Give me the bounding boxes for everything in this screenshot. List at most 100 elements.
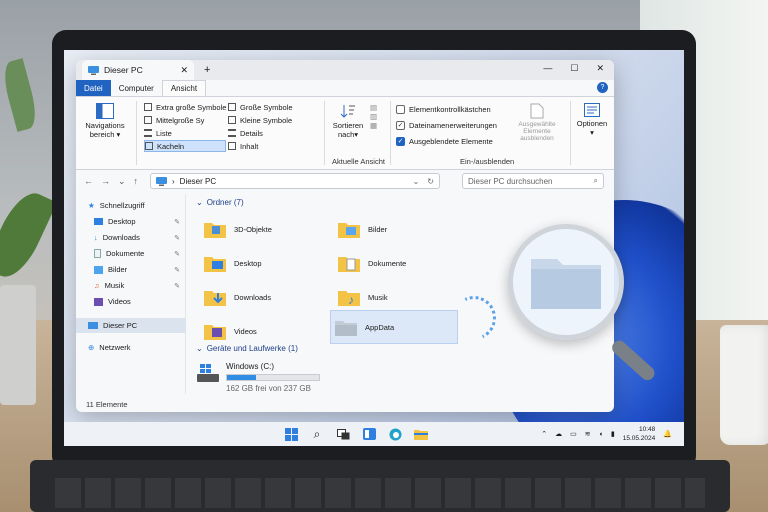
search-box[interactable]: Dieser PC durchsuchen ⌕ (462, 173, 604, 189)
forward-arrow-icon[interactable]: → (101, 176, 110, 186)
navigation-pane-label-1: Navigations (85, 121, 125, 130)
medium-icons-icon (144, 116, 152, 124)
folders-header-label: Ordner (7) (206, 198, 244, 207)
hidden-items-toggle[interactable]: ✓ Ausgeblendete Elemente (396, 135, 493, 147)
windows-start-icon[interactable] (284, 427, 298, 441)
widgets-icon[interactable] (362, 427, 376, 441)
download-icon: ↓ (94, 233, 98, 242)
hide-selected-label-1: Ausgewählte (518, 121, 556, 128)
layout-small-icons[interactable]: Kleine Symbole (228, 114, 292, 126)
sidebar-item-music[interactable]: ♫ Musik ✎ (76, 278, 186, 293)
address-bar[interactable]: › Dieser PC ⌄ ↻ (150, 173, 440, 189)
sidebar-item-documents[interactable]: Dokumente ✎ (76, 246, 186, 261)
layout-extra-large-icons[interactable]: Extra große Symbole (144, 101, 226, 113)
notification-bell-icon[interactable]: 🔔 (663, 430, 672, 438)
layout-details-label: Details (240, 128, 263, 138)
file-explorer-icon[interactable] (414, 427, 428, 441)
keyboard-keys (55, 478, 705, 508)
folder-downloads[interactable]: Downloads (200, 282, 328, 312)
folder-label: Videos (234, 326, 257, 336)
wifi-icon[interactable]: ≋ (585, 430, 591, 438)
folders-section-header[interactable]: ⌄ Ordner (7) (196, 198, 244, 207)
help-icon[interactable]: ? (597, 82, 608, 93)
battery-icon[interactable]: ▭ (570, 430, 577, 438)
sidebar-label: Bilder (108, 265, 128, 274)
folder-desktop[interactable]: Desktop (200, 248, 328, 278)
layout-large-icons[interactable]: Große Symbole (228, 101, 293, 113)
drives-section-header[interactable]: ⌄ Geräte und Laufwerke (1) (196, 344, 298, 353)
sidebar-label: Downloads (102, 233, 140, 242)
tab-file[interactable]: Datei (76, 80, 111, 96)
folder-label: Bilder (368, 224, 388, 234)
sidebar-item-pictures[interactable]: Bilder ✎ (76, 262, 186, 277)
pin-icon[interactable]: ✎ (174, 234, 180, 242)
taskbar: ⌕ ⌃ ☁ ▭ ≋ ◖ ▮ 10:48 15.05.2024 🔔 (64, 422, 684, 446)
folder-documents-icon (338, 257, 360, 272)
drive-windows-c[interactable]: Windows (C:) 162 GB frei von 237 GB (196, 362, 320, 393)
sidebar-item-downloads[interactable]: ↓ Downloads ✎ (76, 230, 186, 245)
sidebar-item-desktop[interactable]: Desktop ✎ (76, 214, 186, 229)
tab-computer[interactable]: Computer (111, 80, 162, 96)
folder-pictures[interactable]: Bilder (334, 214, 462, 244)
item-checkboxes-toggle[interactable]: Elementkontrollkästchen (396, 103, 491, 115)
layout-content[interactable]: Inhalt (228, 140, 258, 152)
small-icons-icon (228, 116, 236, 124)
folder-label: Dokumente (368, 258, 407, 268)
explorer-tab[interactable]: Dieser PC ✕ (82, 60, 194, 80)
edge-browser-icon[interactable] (388, 427, 402, 441)
sidebar-item-network[interactable]: ⊕ Netzwerk (76, 340, 186, 355)
extra-large-icons-icon (144, 103, 152, 111)
back-arrow-icon[interactable]: ← (84, 176, 93, 186)
task-view-icon[interactable] (336, 427, 350, 441)
layout-medium-icons[interactable]: Mittelgroße Sy (144, 114, 204, 126)
battery-status-icon[interactable]: ▮ (611, 430, 615, 438)
pin-icon[interactable]: ✎ (174, 250, 180, 258)
navigation-pane-icon (96, 103, 114, 119)
sort-icon (340, 105, 355, 118)
sidebar-item-quick-access[interactable]: ★ Schnellzugriff (76, 198, 186, 213)
sidebar-item-videos[interactable]: Videos (76, 294, 186, 309)
layout-list[interactable]: Liste (144, 127, 172, 139)
chevron-up-icon[interactable]: ⌃ (541, 430, 547, 438)
plant-leaf (0, 58, 41, 132)
folder-videos[interactable]: Videos (200, 316, 328, 346)
sidebar-item-this-pc[interactable]: Dieser PC (76, 318, 186, 333)
pin-icon[interactable]: ✎ (174, 266, 180, 274)
ribbon: Navigations bereich ▾ Extra große Symbol… (76, 96, 614, 170)
options-button[interactable]: Optionen ▾ (574, 103, 610, 137)
svg-text:♪: ♪ (348, 293, 354, 306)
up-arrow-icon[interactable]: ↑ (134, 176, 139, 186)
cloud-icon[interactable]: ☁ (555, 430, 562, 438)
close-tab-icon[interactable]: ✕ (180, 65, 188, 76)
layout-tiles[interactable]: Kacheln (144, 140, 226, 152)
plant-pot (0, 285, 36, 405)
folder-documents[interactable]: Dokumente (334, 248, 462, 278)
chevron-down-icon[interactable]: ⌄ (118, 176, 126, 187)
group-by-icon[interactable]: ▤ ▥ ▦ (370, 103, 377, 130)
minimize-button[interactable]: — (543, 63, 552, 74)
search-icon[interactable]: ⌕ (310, 427, 324, 441)
navigation-pane-button[interactable]: Navigations bereich ▾ (82, 103, 128, 139)
folder-appdata[interactable]: AppData (330, 310, 458, 344)
maximize-button[interactable]: ☐ (570, 63, 578, 74)
close-window-button[interactable]: ✕ (596, 63, 604, 74)
taskbar-clock[interactable]: 10:48 15.05.2024 (623, 425, 656, 443)
pin-icon[interactable]: ✎ (174, 282, 180, 290)
layout-small-label: Kleine Symbole (240, 115, 293, 125)
address-path: Dieser PC (179, 176, 217, 186)
tab-view[interactable]: Ansicht (161, 80, 207, 96)
chevron-down-icon[interactable]: ⌄ (413, 177, 420, 186)
volume-icon[interactable]: ◖ (599, 431, 603, 438)
folder-music[interactable]: ♪ Musik (334, 282, 462, 312)
sort-by-button[interactable]: Sortieren nach▾ (330, 103, 366, 139)
file-extensions-toggle[interactable]: ✓ Dateinamenerweiterungen (396, 119, 497, 131)
folder-videos-icon (204, 325, 226, 340)
ribbon-separator (390, 101, 391, 165)
refresh-icon[interactable]: ↻ (427, 177, 434, 186)
hide-selected-button[interactable]: Ausgewählte Elemente ausblenden (506, 103, 568, 142)
folder-3d-objects[interactable]: 3D-Objekte (200, 214, 328, 244)
new-tab-button[interactable]: + (204, 64, 210, 76)
network-icon: ⊕ (88, 343, 95, 352)
layout-details[interactable]: Details (228, 127, 263, 139)
pin-icon[interactable]: ✎ (174, 218, 180, 226)
